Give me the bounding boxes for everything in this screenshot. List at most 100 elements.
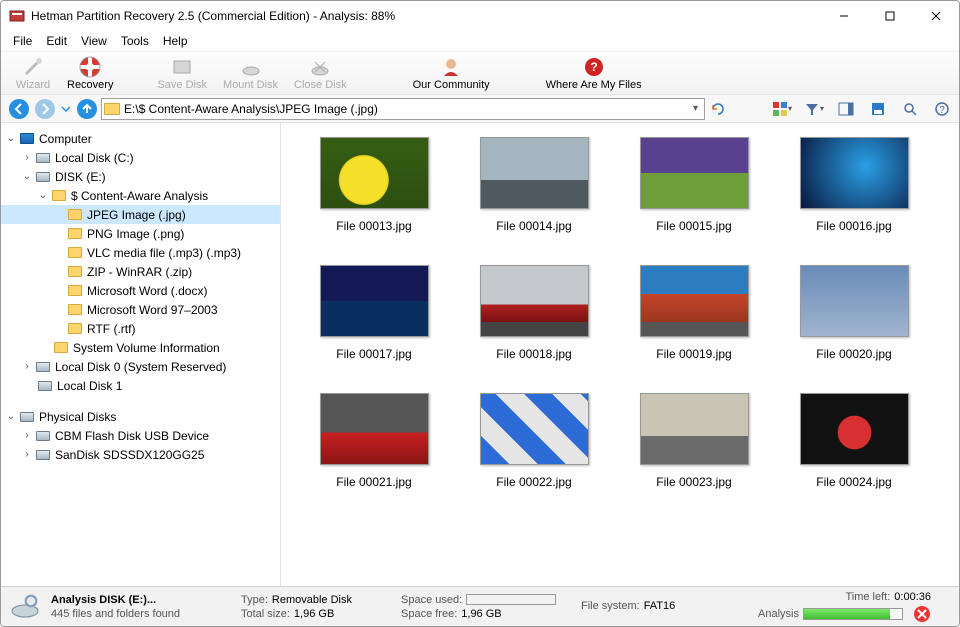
tree-label: System Volume Information xyxy=(73,341,220,355)
tree-jpeg[interactable]: JPEG Image (.jpg) xyxy=(1,205,280,224)
status-fs-value: FAT16 xyxy=(644,600,676,612)
file-thumb[interactable]: File 00015.jpg xyxy=(619,137,769,233)
tree-label: SanDisk SDSSDX120GG25 xyxy=(55,448,204,462)
view-toolbar: ▾ ▾ ? xyxy=(771,98,953,120)
community-button[interactable]: Our Community xyxy=(405,53,498,93)
svg-text:?: ? xyxy=(939,105,945,116)
mountdisk-button[interactable]: Mount Disk xyxy=(215,53,286,93)
tree-label: Computer xyxy=(39,132,92,146)
filter-button[interactable]: ▾ xyxy=(803,98,825,120)
tree-sandisk[interactable]: ›SanDisk SDSSDX120GG25 xyxy=(1,445,280,464)
folder-tree[interactable]: ⌄Computer ›Local Disk (C:) ⌄DISK (E:) ⌄$… xyxy=(1,123,281,586)
tree-docx[interactable]: Microsoft Word (.docx) xyxy=(1,281,280,300)
file-name: File 00023.jpg xyxy=(656,475,731,489)
address-input[interactable] xyxy=(124,102,689,116)
save-disk-icon xyxy=(170,55,194,79)
tree-physical[interactable]: ⌄Physical Disks xyxy=(1,407,280,426)
options-button[interactable]: ? xyxy=(931,98,953,120)
tree-cbm[interactable]: ›CBM Flash Disk USB Device xyxy=(1,426,280,445)
maximize-button[interactable] xyxy=(867,1,913,31)
tree-label: Microsoft Word (.docx) xyxy=(87,284,207,298)
file-thumb[interactable]: File 00023.jpg xyxy=(619,393,769,489)
app-window: Hetman Partition Recovery 2.5 (Commercia… xyxy=(0,0,960,627)
tree-label: RTF (.rtf) xyxy=(87,322,135,336)
file-thumb[interactable]: File 00022.jpg xyxy=(459,393,609,489)
lifebuoy-icon xyxy=(78,55,102,79)
file-thumb[interactable]: File 00017.jpg xyxy=(299,265,449,361)
tree-localdisk1[interactable]: Local Disk 1 xyxy=(1,376,280,395)
file-thumb[interactable]: File 00024.jpg xyxy=(779,393,929,489)
file-thumb[interactable]: File 00014.jpg xyxy=(459,137,609,233)
tree-doc[interactable]: Microsoft Word 97–2003 xyxy=(1,300,280,319)
status-used-label: Space used: xyxy=(401,594,462,606)
thumbnail-image xyxy=(640,393,749,465)
tree-label: ZIP - WinRAR (.zip) xyxy=(87,265,192,279)
refresh-button[interactable] xyxy=(707,98,729,120)
back-button[interactable] xyxy=(7,97,31,121)
menu-file[interactable]: File xyxy=(7,32,38,50)
close-button[interactable] xyxy=(913,1,959,31)
tree-localdisk0[interactable]: ›Local Disk 0 (System Reserved) xyxy=(1,357,280,376)
preview-button[interactable] xyxy=(835,98,857,120)
file-name: File 00022.jpg xyxy=(496,475,571,489)
wand-icon xyxy=(21,55,45,79)
file-thumb[interactable]: File 00021.jpg xyxy=(299,393,449,489)
status-analysis-label: Analysis xyxy=(758,608,799,620)
file-thumb[interactable]: File 00013.jpg xyxy=(299,137,449,233)
minimize-button[interactable] xyxy=(821,1,867,31)
thumbnail-image xyxy=(640,137,749,209)
status-time-value: 0:00:36 xyxy=(894,591,931,603)
menu-view[interactable]: View xyxy=(75,32,113,50)
tree-rtf[interactable]: RTF (.rtf) xyxy=(1,319,280,338)
status-analysis-target: Analysis DISK (E:)... xyxy=(51,594,221,606)
wherefiles-label: Where Are My Files xyxy=(546,79,642,91)
space-used-bar xyxy=(466,594,556,605)
tree-mp3[interactable]: VLC media file (.mp3) (.mp3) xyxy=(1,243,280,262)
thumbnail-image xyxy=(480,137,589,209)
tree-png[interactable]: PNG Image (.png) xyxy=(1,224,280,243)
app-icon xyxy=(9,8,25,24)
community-label: Our Community xyxy=(413,79,490,91)
search-button[interactable] xyxy=(899,98,921,120)
tree-diske[interactable]: ⌄DISK (E:) xyxy=(1,167,280,186)
file-view[interactable]: File 00013.jpg File 00014.jpg File 00015.j… xyxy=(281,123,959,586)
file-thumb[interactable]: File 00018.jpg xyxy=(459,265,609,361)
recovery-button[interactable]: Recovery xyxy=(59,53,121,93)
tree-label: JPEG Image (.jpg) xyxy=(87,208,186,222)
file-thumb[interactable]: File 00019.jpg xyxy=(619,265,769,361)
file-thumb[interactable]: File 00016.jpg xyxy=(779,137,929,233)
tree-caa[interactable]: ⌄$ Content-Aware Analysis xyxy=(1,186,280,205)
community-icon xyxy=(439,55,463,79)
file-name: File 00013.jpg xyxy=(336,219,411,233)
status-filecount: 445 files and folders found xyxy=(51,608,221,620)
file-thumb[interactable]: File 00020.jpg xyxy=(779,265,929,361)
forward-button[interactable] xyxy=(33,97,57,121)
save-button[interactable] xyxy=(867,98,889,120)
wherefiles-button[interactable]: ? Where Are My Files xyxy=(538,53,650,93)
tree-svi[interactable]: System Volume Information xyxy=(1,338,280,357)
up-button[interactable] xyxy=(75,97,99,121)
thumbnail-image xyxy=(320,137,429,209)
stop-icon[interactable] xyxy=(913,605,931,623)
tree-localc[interactable]: ›Local Disk (C:) xyxy=(1,148,280,167)
tree-label: VLC media file (.mp3) (.mp3) xyxy=(87,246,241,260)
wizard-button[interactable]: Wizard xyxy=(7,53,59,93)
main-area: ⌄Computer ›Local Disk (C:) ⌄DISK (E:) ⌄$… xyxy=(1,123,959,586)
view-mode-button[interactable]: ▾ xyxy=(771,98,793,120)
tree-computer[interactable]: ⌄Computer xyxy=(1,129,280,148)
window-title: Hetman Partition Recovery 2.5 (Commercia… xyxy=(31,9,821,23)
status-col-3: Space used: Space free:1,96 GB xyxy=(401,594,561,620)
menu-tools[interactable]: Tools xyxy=(115,32,155,50)
savedisk-button[interactable]: Save Disk xyxy=(149,53,215,93)
menu-edit[interactable]: Edit xyxy=(40,32,73,50)
thumbnail-image xyxy=(800,265,909,337)
address-bar[interactable]: ▾ xyxy=(101,98,705,120)
closedisk-button[interactable]: Close Disk xyxy=(286,53,355,93)
chevron-down-icon[interactable]: ▾ xyxy=(689,103,702,114)
history-dropdown[interactable] xyxy=(59,97,73,121)
tree-label: Microsoft Word 97–2003 xyxy=(87,303,218,317)
tree-zip[interactable]: ZIP - WinRAR (.zip) xyxy=(1,262,280,281)
menu-help[interactable]: Help xyxy=(157,32,194,50)
file-name: File 00015.jpg xyxy=(656,219,731,233)
analysis-progress xyxy=(803,608,903,620)
